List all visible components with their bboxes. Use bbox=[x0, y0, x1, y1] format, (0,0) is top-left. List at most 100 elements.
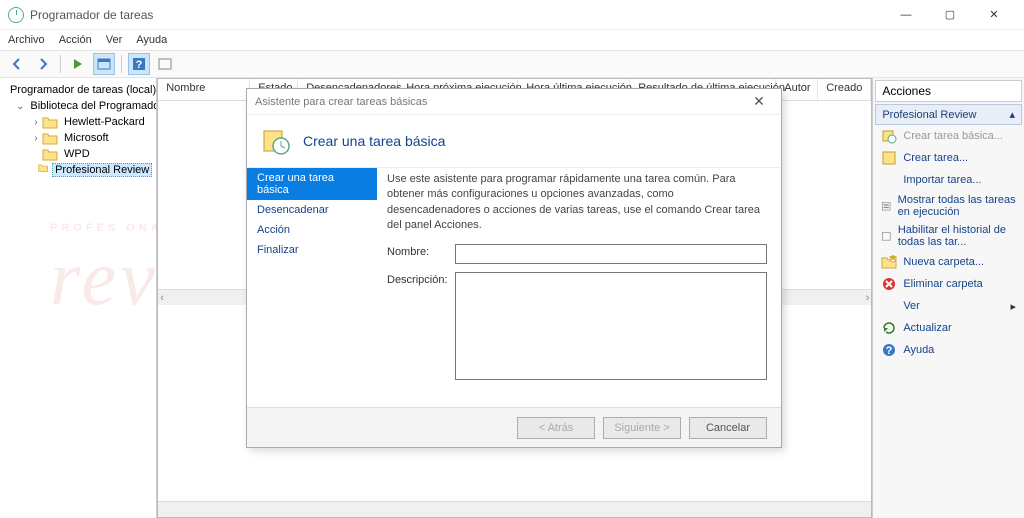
action-crear-basica[interactable]: Crear tarea básica... bbox=[875, 125, 1022, 147]
action-label: Mostrar todas las tareas en ejecución bbox=[898, 194, 1016, 218]
close-button[interactable]: ✕ bbox=[972, 3, 1016, 27]
svg-text:?: ? bbox=[886, 345, 893, 357]
col-nombre[interactable]: Nombre bbox=[158, 79, 250, 100]
name-input[interactable] bbox=[455, 244, 767, 264]
wizard-window-title: Asistente para crear tareas básicas bbox=[255, 96, 427, 108]
back-button[interactable] bbox=[6, 53, 28, 75]
svg-text:?: ? bbox=[136, 59, 143, 71]
action-label: Ayuda bbox=[903, 344, 934, 356]
action-label: Crear tarea básica... bbox=[903, 130, 1003, 142]
tree-pane: Programador de tareas (local) ⌄ Bibliote… bbox=[0, 78, 157, 518]
toolbar-separator bbox=[121, 55, 122, 73]
help-icon: ? bbox=[881, 342, 897, 358]
actions-section-title[interactable]: Profesional Review ▴ bbox=[875, 104, 1022, 125]
menu-archivo[interactable]: Archivo bbox=[8, 34, 45, 46]
refresh-button[interactable] bbox=[154, 53, 176, 75]
wizard-header: Crear una tarea básica bbox=[247, 115, 781, 167]
properties-button[interactable] bbox=[93, 53, 115, 75]
wizard-close-button[interactable]: ✕ bbox=[745, 93, 773, 110]
description-label: Descripción: bbox=[387, 272, 455, 286]
action-label: Ver bbox=[903, 300, 920, 312]
tree-item-label: Microsoft bbox=[62, 131, 111, 145]
wizard-titlebar[interactable]: Asistente para crear tareas básicas ✕ bbox=[247, 89, 781, 115]
wizard-description: Use este asistente para programar rápida… bbox=[387, 172, 767, 234]
chevron-right-icon[interactable]: › bbox=[30, 133, 42, 144]
menu-ver[interactable]: Ver bbox=[106, 34, 123, 46]
minimize-button[interactable]: — bbox=[884, 3, 928, 27]
tree-item-label: WPD bbox=[62, 147, 92, 161]
help-button[interactable]: ? bbox=[128, 53, 150, 75]
clock-icon bbox=[8, 7, 24, 23]
actions-section-label: Profesional Review bbox=[882, 109, 976, 121]
next-button[interactable]: Siguiente > bbox=[603, 417, 681, 439]
cancel-button[interactable]: Cancelar bbox=[689, 417, 767, 439]
tree-library[interactable]: ⌄ Biblioteca del Programador de tareas bbox=[2, 98, 154, 114]
tree-item-profesional-review[interactable]: Profesional Review bbox=[2, 162, 154, 178]
action-label: Actualizar bbox=[903, 322, 951, 334]
chevron-right-icon[interactable]: › bbox=[30, 117, 42, 128]
tree-root[interactable]: Programador de tareas (local) bbox=[2, 82, 154, 98]
action-mostrar-todas[interactable]: Mostrar todas las tareas en ejecución bbox=[875, 191, 1022, 221]
history-icon bbox=[881, 228, 892, 244]
tree-item-microsoft[interactable]: › Microsoft bbox=[2, 130, 154, 146]
action-crear-tarea[interactable]: Crear tarea... bbox=[875, 147, 1022, 169]
menu-accion[interactable]: Acción bbox=[59, 34, 92, 46]
description-row: Descripción: bbox=[387, 272, 767, 380]
horizontal-scrollbar-bottom[interactable] bbox=[158, 501, 871, 517]
action-eliminar-carpeta[interactable]: Eliminar carpeta bbox=[875, 273, 1022, 295]
description-input[interactable] bbox=[455, 272, 767, 380]
window-title: Programador de tareas bbox=[30, 8, 884, 22]
folder-icon bbox=[42, 147, 58, 161]
wizard-content: Use este asistente para programar rápida… bbox=[377, 168, 781, 407]
action-nueva-carpeta[interactable]: ★ Nueva carpeta... bbox=[875, 251, 1022, 273]
wizard-body: Crear una tarea básica Desencadenar Acci… bbox=[247, 167, 781, 407]
name-row: Nombre: bbox=[387, 244, 767, 264]
wizard-step-2[interactable]: Desencadenar bbox=[247, 200, 377, 220]
toolbar: ? bbox=[0, 50, 1024, 78]
running-icon bbox=[881, 198, 891, 214]
action-ver[interactable]: Ver ▸ bbox=[875, 295, 1022, 317]
back-button[interactable]: < Atrás bbox=[517, 417, 595, 439]
tree-library-label: Biblioteca del Programador de tareas bbox=[28, 99, 157, 113]
action-label: Nueva carpeta... bbox=[903, 256, 984, 268]
wizard-steps: Crear una tarea básica Desencadenar Acci… bbox=[247, 168, 377, 407]
forward-button[interactable] bbox=[32, 53, 54, 75]
action-historial[interactable]: Habilitar el historial de todas las tar.… bbox=[875, 221, 1022, 251]
chevron-down-icon[interactable]: ⌄ bbox=[16, 101, 24, 112]
action-label: Crear tarea... bbox=[903, 152, 968, 164]
actions-header: Acciones bbox=[875, 80, 1022, 102]
action-actualizar[interactable]: Actualizar bbox=[875, 317, 1022, 339]
wizard-step-4[interactable]: Finalizar bbox=[247, 240, 377, 260]
collapse-icon[interactable]: ▴ bbox=[1009, 108, 1015, 121]
folder-icon bbox=[38, 163, 48, 177]
action-importar[interactable]: Importar tarea... bbox=[875, 169, 1022, 191]
create-basic-task-wizard: Asistente para crear tareas básicas ✕ Cr… bbox=[246, 88, 782, 448]
actions-pane: Acciones Profesional Review ▴ Crear tare… bbox=[872, 78, 1024, 518]
folder-icon bbox=[42, 131, 58, 145]
menu-ayuda[interactable]: Ayuda bbox=[136, 34, 167, 46]
toolbar-separator bbox=[60, 55, 61, 73]
delete-icon bbox=[881, 276, 897, 292]
run-button[interactable] bbox=[67, 53, 89, 75]
action-label: Importar tarea... bbox=[903, 174, 981, 186]
wizard-step-3[interactable]: Acción bbox=[247, 220, 377, 240]
tree-item-label: Hewlett-Packard bbox=[62, 115, 147, 129]
task-basic-icon bbox=[881, 128, 897, 144]
action-label: Eliminar carpeta bbox=[903, 278, 982, 290]
chevron-right-icon: ▸ bbox=[1010, 300, 1016, 313]
tree-root-label: Programador de tareas (local) bbox=[8, 83, 157, 97]
wizard-heading: Crear una tarea básica bbox=[303, 133, 445, 149]
tree-item-label: Profesional Review bbox=[52, 163, 152, 177]
col-creado[interactable]: Creado bbox=[818, 79, 871, 100]
col-autor[interactable]: Autor bbox=[776, 79, 818, 100]
action-label: Habilitar el historial de todas las tar.… bbox=[898, 224, 1016, 248]
svg-text:★: ★ bbox=[888, 255, 897, 264]
titlebar: Programador de tareas — ▢ ✕ bbox=[0, 0, 1024, 30]
wizard-step-1[interactable]: Crear una tarea básica bbox=[247, 168, 377, 200]
view-icon bbox=[881, 298, 897, 314]
maximize-button[interactable]: ▢ bbox=[928, 3, 972, 27]
new-folder-icon: ★ bbox=[881, 254, 897, 270]
tree-item-hp[interactable]: › Hewlett-Packard bbox=[2, 114, 154, 130]
tree-item-wpd[interactable]: WPD bbox=[2, 146, 154, 162]
action-ayuda[interactable]: ? Ayuda bbox=[875, 339, 1022, 361]
